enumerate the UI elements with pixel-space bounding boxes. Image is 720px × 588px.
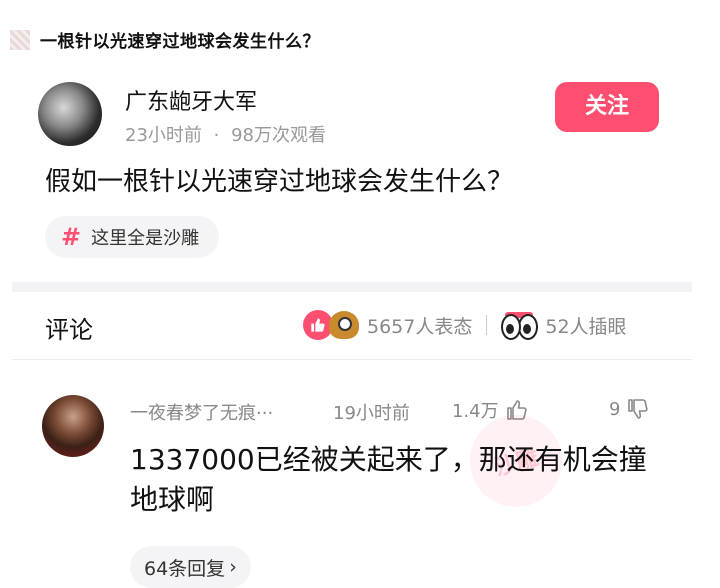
hashtag-icon: # [61, 223, 82, 251]
post-views: 98万次观看 [231, 125, 327, 146]
blurred-mark [10, 30, 30, 50]
comments-title: 评论 [45, 316, 93, 344]
commenter-name[interactable]: 一夜春梦了无痕··· [130, 399, 273, 425]
thumb-down-icon [628, 399, 649, 419]
like-count: 1.4万 [452, 401, 499, 422]
comments-divider [12, 359, 692, 360]
eyes-count: 52人插眼 [545, 315, 627, 338]
funny-emoji-icon [329, 311, 359, 339]
post-question: 假如一根针以光速穿过地球会发生什么？ [45, 167, 514, 197]
comment-text: 1337000已经被关起来了，那还有机会撞地球啊 [130, 443, 647, 516]
section-divider [12, 282, 692, 292]
meta-separator: · [213, 125, 220, 146]
dislike-button[interactable]: 9 [609, 397, 650, 421]
reactions-separator [486, 315, 488, 335]
dislike-count: 9 [609, 398, 621, 420]
post-time: 23小时前 [125, 125, 202, 146]
reactions-summary[interactable]: 5657人表态 52人插眼 [303, 306, 627, 344]
author-name[interactable]: 广东龅牙大军 [125, 84, 257, 116]
commenter-avatar[interactable] [42, 395, 104, 457]
page-headline: 一根针以光速穿过地球会发生什么？ [40, 32, 320, 52]
author-avatar[interactable] [38, 82, 102, 146]
view-replies-button[interactable]: 64条回复 › [130, 546, 251, 588]
chevron-right-icon: › [229, 556, 237, 578]
topic-label: 这里全是沙雕 [91, 228, 200, 249]
eyes-emoji-icon [501, 312, 539, 340]
comment-time: 19小时前 [333, 403, 410, 424]
replies-count: 64条回复 [144, 557, 226, 580]
follow-button[interactable]: 关注 [555, 82, 659, 132]
post-meta: 23小时前 · 98万次观看 [125, 121, 326, 147]
topic-tag[interactable]: # 这里全是沙雕 [45, 216, 220, 258]
thumb-glyph-icon [311, 318, 325, 332]
reactions-count: 5657人表态 [367, 315, 473, 338]
